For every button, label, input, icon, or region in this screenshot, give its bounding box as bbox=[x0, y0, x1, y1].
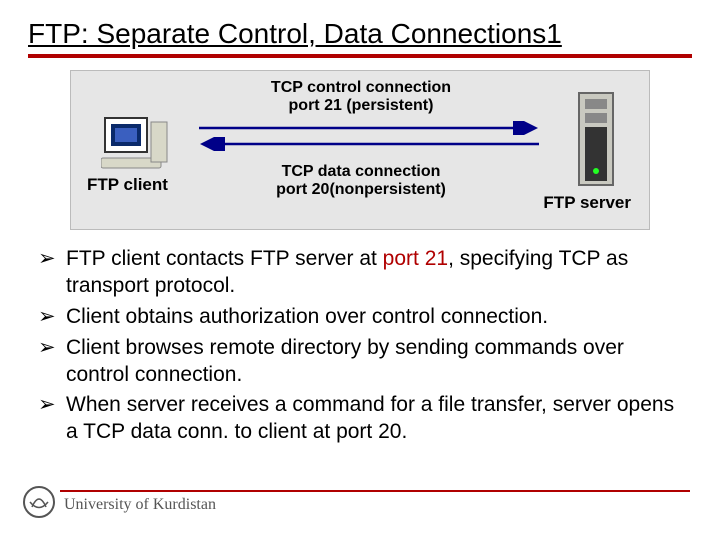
slide-title: FTP: Separate Control, Data Connections1 bbox=[28, 18, 692, 50]
client-computer-icon bbox=[101, 116, 173, 179]
client-label: FTP client bbox=[87, 175, 168, 195]
port-20-text: port 20 bbox=[336, 420, 401, 443]
footer: University of Kurdistan bbox=[22, 485, 216, 524]
port-21-text: port 21 bbox=[383, 247, 448, 270]
server-tower-icon bbox=[575, 91, 619, 196]
university-name: University of Kurdistan bbox=[64, 496, 216, 514]
title-underline bbox=[28, 54, 692, 58]
control-arrow-right bbox=[199, 121, 539, 135]
ftp-diagram: TCP control connection port 21 (persiste… bbox=[70, 70, 650, 230]
data-connection-label: TCP data connection port 20(nonpersisten… bbox=[241, 163, 481, 200]
list-item: Client browses remote directory by sendi… bbox=[32, 335, 688, 389]
list-item: Client obtains authorization over contro… bbox=[32, 304, 688, 331]
server-label: FTP server bbox=[543, 193, 631, 213]
list-item: When server receives a command for a fil… bbox=[32, 392, 688, 446]
control-connection-label: TCP control connection port 21 (persiste… bbox=[246, 79, 476, 116]
bullet-list: FTP client contacts FTP server at port 2… bbox=[28, 246, 692, 446]
control-arrow-left bbox=[199, 137, 539, 151]
list-item: FTP client contacts FTP server at port 2… bbox=[32, 246, 688, 300]
university-logo-icon bbox=[22, 485, 56, 524]
